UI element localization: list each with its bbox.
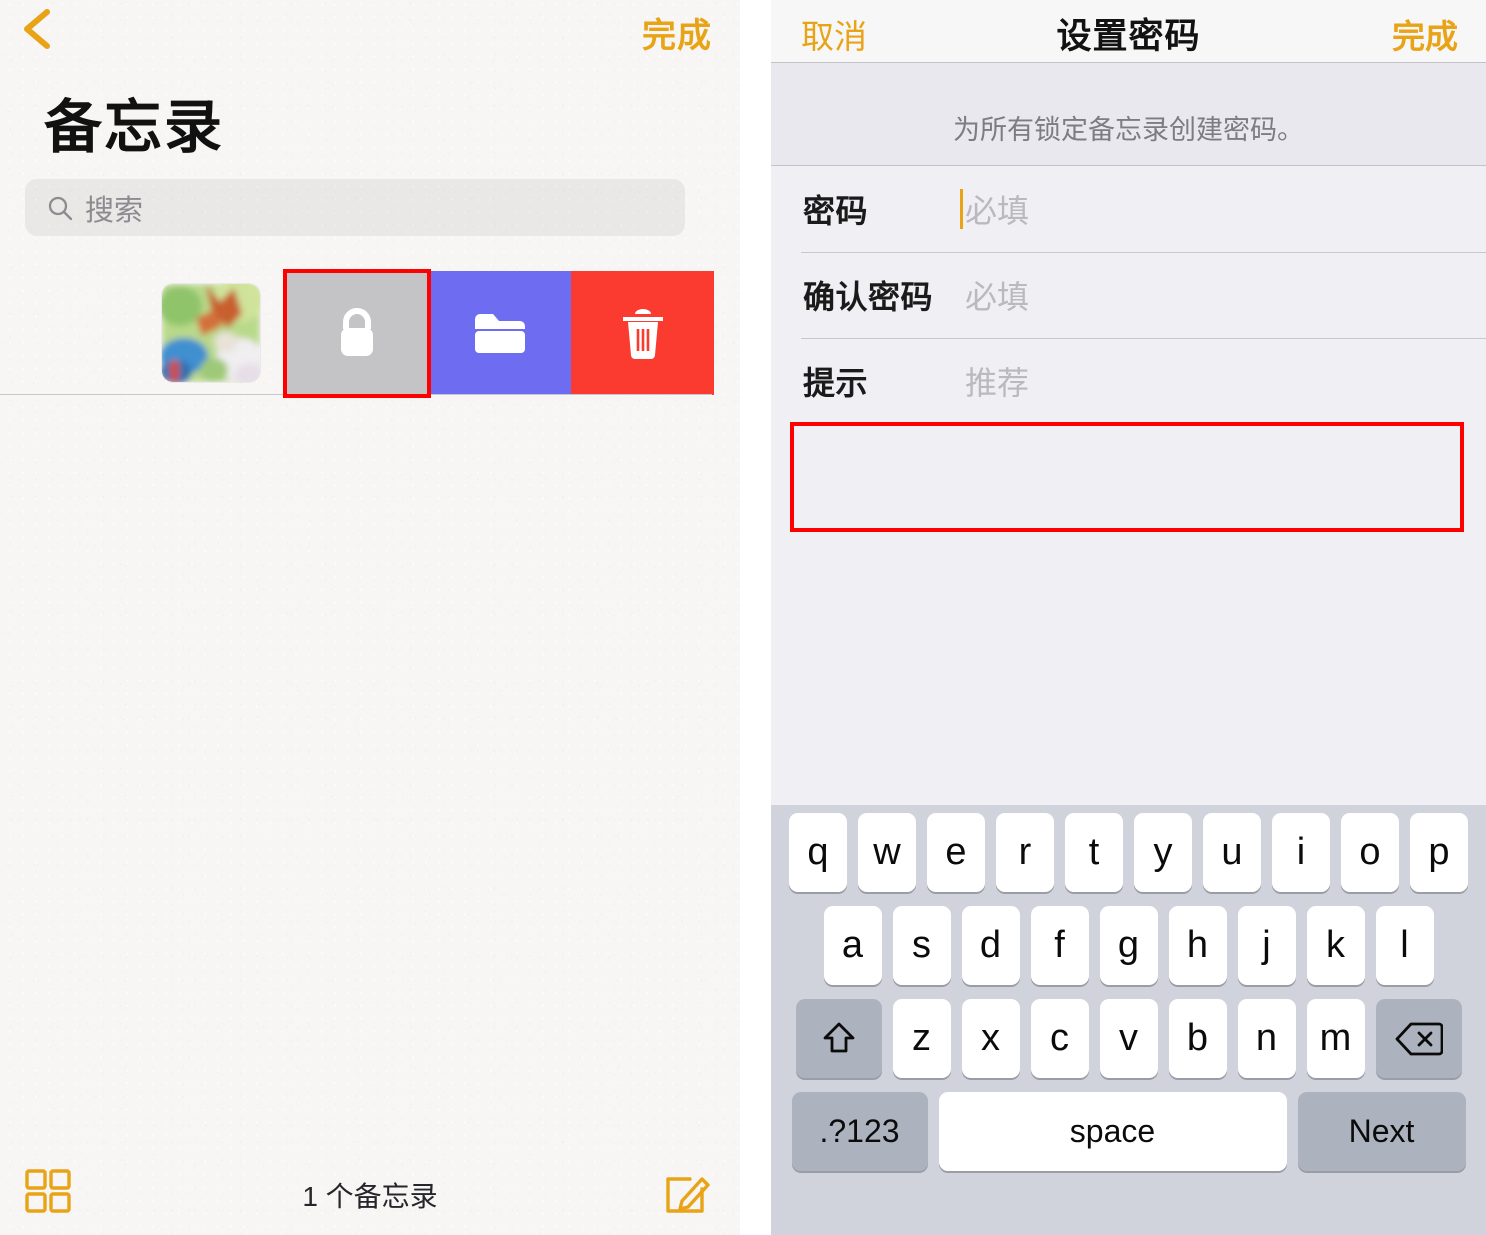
key-h[interactable]: h <box>1168 906 1227 985</box>
done-button[interactable]: 完成 <box>1392 10 1458 58</box>
lock-icon <box>340 308 373 356</box>
note-count-label: 1 个备忘录 <box>302 1181 438 1212</box>
key-p[interactable]: p <box>1410 813 1468 892</box>
key-f[interactable]: f <box>1030 906 1089 985</box>
dual-screenshot-container: 完成 备忘录 搜索 1 个备忘录 取消 设置密码 完成 为所有锁定备忘录创建密码… <box>0 0 1486 1235</box>
done-button[interactable]: 完成 <box>642 8 712 57</box>
key-s[interactable]: s <box>892 906 951 985</box>
numbers-key[interactable]: .?123 <box>791 1092 928 1171</box>
key-x[interactable]: x <box>961 999 1020 1078</box>
password-placeholder: 必填 <box>965 193 1030 229</box>
note-list-item[interactable] <box>0 271 740 395</box>
left-navigation-bar: 完成 <box>0 0 740 62</box>
compose-icon[interactable] <box>664 1167 712 1215</box>
confirm-password-label: 确认密码 <box>803 279 934 315</box>
password-label: 密码 <box>803 193 869 229</box>
next-key[interactable]: Next <box>1297 1092 1466 1171</box>
hint-placeholder: 推荐 <box>965 365 1030 401</box>
key-n[interactable]: n <box>1237 999 1296 1078</box>
section-description-text: 为所有锁定备忘录创建密码。 <box>953 114 1304 145</box>
search-placeholder: 搜索 <box>85 194 144 227</box>
key-d[interactable]: d <box>961 906 1020 985</box>
key-b[interactable]: b <box>1168 999 1227 1078</box>
trash-icon <box>622 309 663 359</box>
key-z[interactable]: z <box>892 999 951 1078</box>
list-divider <box>0 394 712 395</box>
hint-label: 提示 <box>803 365 869 401</box>
right-navigation-bar: 取消 设置密码 完成 <box>771 0 1486 63</box>
text-cursor <box>960 189 963 229</box>
key-w[interactable]: w <box>858 813 916 892</box>
screen-title: 设置密码 <box>1056 17 1201 56</box>
key-o[interactable]: o <box>1341 813 1399 892</box>
onscreen-keyboard: q w e r t y u i o p a s d f g h j k l z … <box>771 805 1486 1235</box>
key-i[interactable]: i <box>1272 813 1330 892</box>
bottom-toolbar: 1 个备忘录 <box>0 1147 740 1235</box>
delete-note-button[interactable] <box>571 271 714 395</box>
folder-icon <box>474 314 525 353</box>
lock-note-button[interactable] <box>285 271 428 395</box>
confirm-password-input[interactable]: 必填 <box>965 272 1029 318</box>
confirm-password-placeholder: 必填 <box>965 279 1030 315</box>
password-field-row[interactable]: 密码 必填 <box>771 166 1486 252</box>
set-password-screen: 取消 设置密码 完成 为所有锁定备忘录创建密码。 密码 必填 确认密码 必填 提… <box>771 0 1486 1235</box>
page-title: 备忘录 <box>44 95 225 160</box>
key-m[interactable]: m <box>1306 999 1365 1078</box>
note-image-thumbnail <box>162 284 260 382</box>
move-to-folder-button[interactable] <box>428 271 571 395</box>
shift-icon[interactable] <box>795 999 882 1078</box>
panel-gap <box>740 0 771 1235</box>
key-q[interactable]: q <box>789 813 847 892</box>
key-y[interactable]: y <box>1134 813 1192 892</box>
chevron-left-icon[interactable] <box>17 6 59 52</box>
search-icon <box>47 195 73 221</box>
key-u[interactable]: u <box>1203 813 1261 892</box>
password-form: 密码 必填 确认密码 必填 提示 推荐 <box>771 166 1486 424</box>
key-j[interactable]: j <box>1237 906 1296 985</box>
hint-field-row[interactable]: 提示 推荐 <box>771 338 1486 424</box>
swipe-action-buttons <box>285 271 714 395</box>
key-r[interactable]: r <box>996 813 1054 892</box>
confirm-password-field-row[interactable]: 确认密码 必填 <box>771 252 1486 338</box>
key-g[interactable]: g <box>1099 906 1158 985</box>
key-e[interactable]: e <box>927 813 985 892</box>
key-t[interactable]: t <box>1065 813 1123 892</box>
key-k[interactable]: k <box>1306 906 1365 985</box>
keyboard-row-3: z x c v b n m <box>771 999 1486 1078</box>
keyboard-row-2: a s d f g h j k l <box>771 906 1486 985</box>
backspace-icon[interactable] <box>1375 999 1462 1078</box>
password-input[interactable]: 必填 <box>960 186 1030 232</box>
key-l[interactable]: l <box>1375 906 1434 985</box>
section-description: 为所有锁定备忘录创建密码。 <box>771 63 1486 166</box>
keyboard-row-4: .?123 space Next <box>771 1092 1486 1171</box>
search-input[interactable]: 搜索 <box>25 179 685 236</box>
hint-input[interactable]: 推荐 <box>965 358 1029 404</box>
keyboard-row-1: q w e r t y u i o p <box>771 813 1486 892</box>
key-c[interactable]: c <box>1030 999 1089 1078</box>
space-key[interactable]: space <box>938 1092 1287 1171</box>
key-a[interactable]: a <box>823 906 882 985</box>
notes-list-screen: 完成 备忘录 搜索 1 个备忘录 <box>0 0 740 1235</box>
key-v[interactable]: v <box>1099 999 1158 1078</box>
